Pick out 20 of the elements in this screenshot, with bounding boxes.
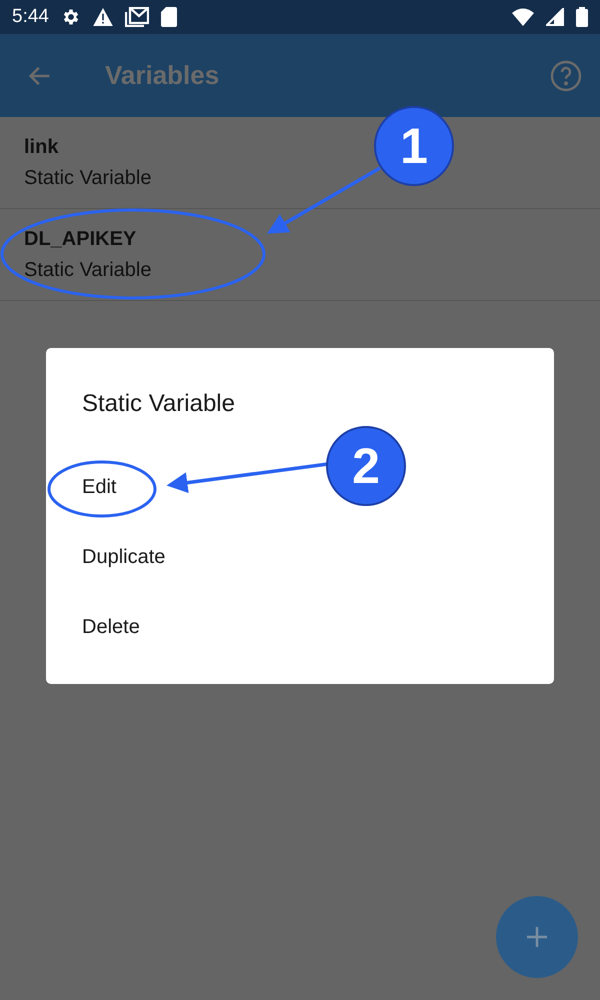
signal-icon: [546, 8, 564, 26]
menu-option[interactable]: Delete: [82, 592, 140, 662]
mail-icon: [124, 7, 149, 27]
warning-icon: [92, 8, 113, 26]
menu-option[interactable]: Edit: [82, 452, 116, 522]
screen-title: Variables: [105, 59, 220, 92]
variable-type: Static Variable: [24, 258, 152, 282]
help-icon: [550, 60, 582, 92]
variable-type: Static Variable: [24, 166, 152, 190]
variable-name: link: [24, 134, 58, 160]
battery-icon: [576, 7, 588, 27]
callout-number: 1: [374, 106, 454, 186]
sd-card-icon: [160, 7, 177, 27]
help-button[interactable]: [550, 60, 582, 92]
wifi-icon: [512, 8, 534, 26]
variable-name: DL_APIKEY: [24, 226, 136, 252]
menu-option[interactable]: Duplicate: [82, 522, 166, 592]
plus-icon: [525, 925, 549, 949]
status-time: 5:44: [12, 4, 49, 29]
dialog-title: Static Variable: [82, 389, 235, 419]
